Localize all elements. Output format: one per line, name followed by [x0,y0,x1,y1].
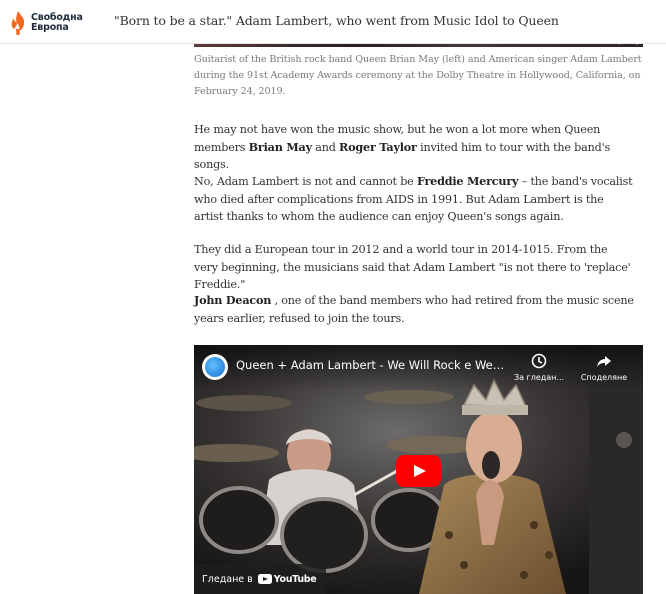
link-freddie-mercury[interactable]: Freddie Mercury [417,174,519,188]
watch-on-youtube-button[interactable]: Гледане в YouTube [194,564,327,594]
site-logo[interactable]: Свободна Европа [8,9,92,37]
top-bar: Свободна Европа "Born to be a star." Ada… [0,0,666,44]
watch-on-label: Гледане в [202,573,253,585]
share-label: Споделяне [580,373,628,382]
share-arrow-icon [597,356,611,367]
paragraph-4: John Deacon , one of the band members wh… [194,292,634,327]
share-button[interactable]: Споделяне [574,353,634,382]
link-brian-may[interactable]: Brian May [249,140,312,154]
video-title[interactable]: Queen + Adam Lambert - We Will Rock e We… [236,358,506,372]
watch-later-button[interactable]: За гледан... [509,353,569,382]
link-john-deacon[interactable]: John Deacon [194,293,271,307]
article-title: "Born to be a star." Adam Lambert, who w… [114,13,559,28]
flame-logo-icon [11,11,25,35]
youtube-play-icon [257,574,272,584]
clock-icon [531,353,547,369]
play-button-icon[interactable] [396,455,441,487]
channel-avatar-image [205,357,225,377]
youtube-embed[interactable]: Queen + Adam Lambert - We Will Rock e We… [194,345,643,594]
logo-text: Свободна Европа [31,13,83,33]
youtube-logo: YouTube [257,573,317,585]
channel-avatar[interactable] [202,354,228,380]
p2-text-1: No, Adam Lambert is not and cannot be [194,175,417,188]
photo-caption: Guitarist of the British rock band Queen… [194,54,642,97]
link-roger-taylor[interactable]: Roger Taylor [339,140,417,154]
p3-text-1: They did a European tour in 2012 and a w… [194,243,631,291]
youtube-wordmark: YouTube [273,573,317,585]
p1-text-2: and [311,140,340,154]
watch-later-label: За гледан... [513,373,565,382]
paragraph-2: No, Adam Lambert is not and cannot be Fr… [194,173,634,226]
logo-line-2: Европа [31,22,69,33]
paragraph-1: He may not have won the music show, but … [194,121,634,174]
paragraph-3: They did a European tour in 2012 and a w… [194,241,634,294]
